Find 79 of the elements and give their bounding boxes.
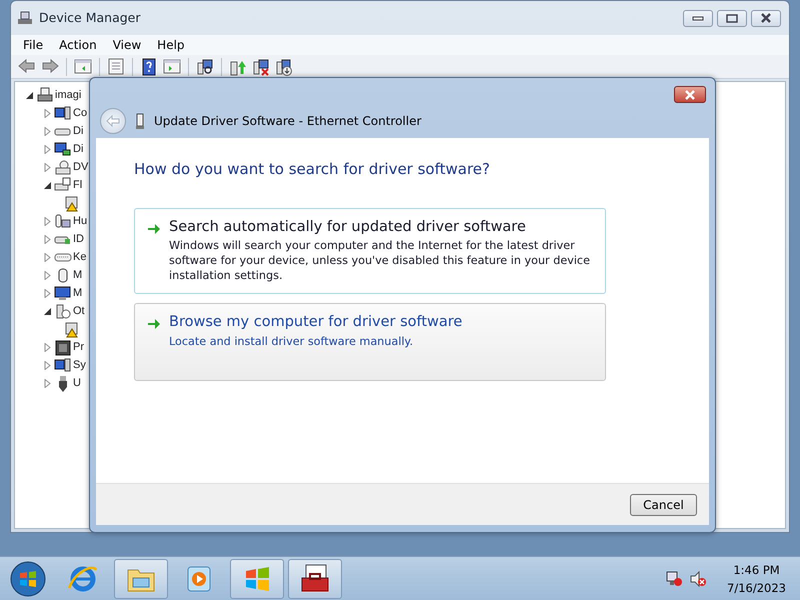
tree-item-label[interactable]: M — [73, 284, 82, 302]
menu-item[interactable]: File — [15, 36, 52, 54]
tree-item-label[interactable]: Ot — [73, 302, 85, 320]
tree-item-label[interactable]: ID — [73, 230, 84, 248]
expand-toggle[interactable] — [43, 342, 52, 352]
computer-icon — [17, 10, 33, 26]
clock-date: 7/16/2023 — [727, 580, 786, 596]
device-icon — [54, 176, 72, 194]
expand-toggle[interactable] — [43, 306, 52, 316]
expand-toggle[interactable] — [25, 90, 34, 100]
option-link[interactable] — [134, 208, 606, 294]
option-link[interactable]: Browse my computer for driver software Locate and install driver software manually. — [134, 303, 606, 382]
expand-toggle[interactable] — [43, 216, 52, 226]
expand-toggle[interactable] — [43, 378, 52, 388]
expand-toggle[interactable] — [43, 126, 52, 136]
muted-speaker-icon — [689, 570, 708, 586]
expand-toggle[interactable] — [43, 252, 52, 262]
tree-item-label[interactable]: U — [73, 374, 81, 392]
monitor-icon — [54, 284, 72, 302]
properties-button[interactable] — [106, 56, 126, 76]
maximize-icon — [726, 14, 738, 22]
close-icon — [760, 13, 772, 23]
minimize-icon — [692, 15, 704, 21]
expand-toggle[interactable] — [43, 162, 52, 172]
tree-item-label[interactable]: Hu — [73, 212, 88, 230]
console-tree-button[interactable] — [73, 56, 93, 76]
optical-drive-icon — [54, 158, 72, 176]
tree-item-label[interactable]: Sy — [73, 356, 86, 374]
tree-item-label[interactable]: Fl — [73, 176, 82, 194]
option-description: Locate and install driver software manually. — [169, 334, 414, 349]
option-title: Browse my computer for driver software — [169, 314, 462, 332]
window-title: Device Manager — [39, 8, 141, 27]
dialog-heading: How do you want to search for driver software? — [134, 160, 491, 178]
dialog-title: Update Driver Software - Ethernet Controller — [154, 113, 422, 130]
unknown-device-icon — [54, 302, 72, 320]
close-icon — [684, 90, 696, 100]
processor-icon — [54, 338, 72, 356]
arrow-icon — [147, 317, 161, 332]
action-pane-button[interactable] — [162, 56, 182, 76]
tree-item-label[interactable]: Di — [73, 122, 84, 140]
uninstall-button[interactable] — [251, 56, 271, 76]
controller-icon — [54, 212, 72, 230]
close-button[interactable] — [751, 10, 781, 26]
close-button[interactable] — [674, 86, 706, 103]
disable-device-button[interactable] — [274, 56, 294, 76]
network-icon — [665, 570, 684, 586]
minimize-button[interactable] — [683, 10, 713, 26]
display-icon — [54, 140, 72, 158]
tree-item-label[interactable]: Pr — [73, 338, 84, 356]
tree-item-label[interactable]: DV — [73, 158, 88, 176]
expand-toggle[interactable] — [43, 180, 52, 190]
option-title: Search automatically for updated driver software — [169, 219, 527, 236]
arrow-icon — [147, 222, 161, 236]
back-arrow-icon — [106, 115, 120, 127]
tree-item-label[interactable]: imagi — [55, 86, 82, 104]
expand-toggle[interactable] — [43, 288, 52, 298]
computer-icon — [36, 86, 54, 104]
option-description: Windows will search your computer and the Internet for the latest driver software for your device, unless you've disabled this feature in your device installation settings. — [169, 238, 591, 284]
menu-item[interactable]: Help — [149, 36, 193, 54]
computer-icon — [54, 104, 72, 122]
back-button[interactable] — [100, 108, 126, 134]
expand-toggle[interactable] — [43, 144, 52, 154]
menu-item[interactable]: Action — [51, 36, 105, 54]
expand-toggle[interactable] — [43, 360, 52, 370]
scan-hardware-button[interactable] — [195, 56, 215, 76]
maximize-button[interactable] — [717, 10, 747, 26]
computer-icon — [54, 356, 72, 374]
cancel-button[interactable]: Cancel — [630, 494, 697, 516]
taskbar-button[interactable] — [288, 558, 342, 598]
tree-item-label[interactable]: M — [73, 266, 82, 284]
expand-toggle[interactable] — [43, 108, 52, 118]
expand-toggle[interactable] — [43, 270, 52, 280]
tree-item-label[interactable]: Co — [73, 104, 88, 122]
tree-item-label[interactable]: Di — [73, 140, 84, 158]
menu-item[interactable]: View — [104, 36, 150, 54]
expand-toggle[interactable] — [43, 234, 52, 244]
network-card-icon — [136, 113, 144, 129]
clock-time: 1:46 PM — [732, 562, 781, 578]
tree-item-label[interactable]: Ke — [73, 248, 86, 266]
